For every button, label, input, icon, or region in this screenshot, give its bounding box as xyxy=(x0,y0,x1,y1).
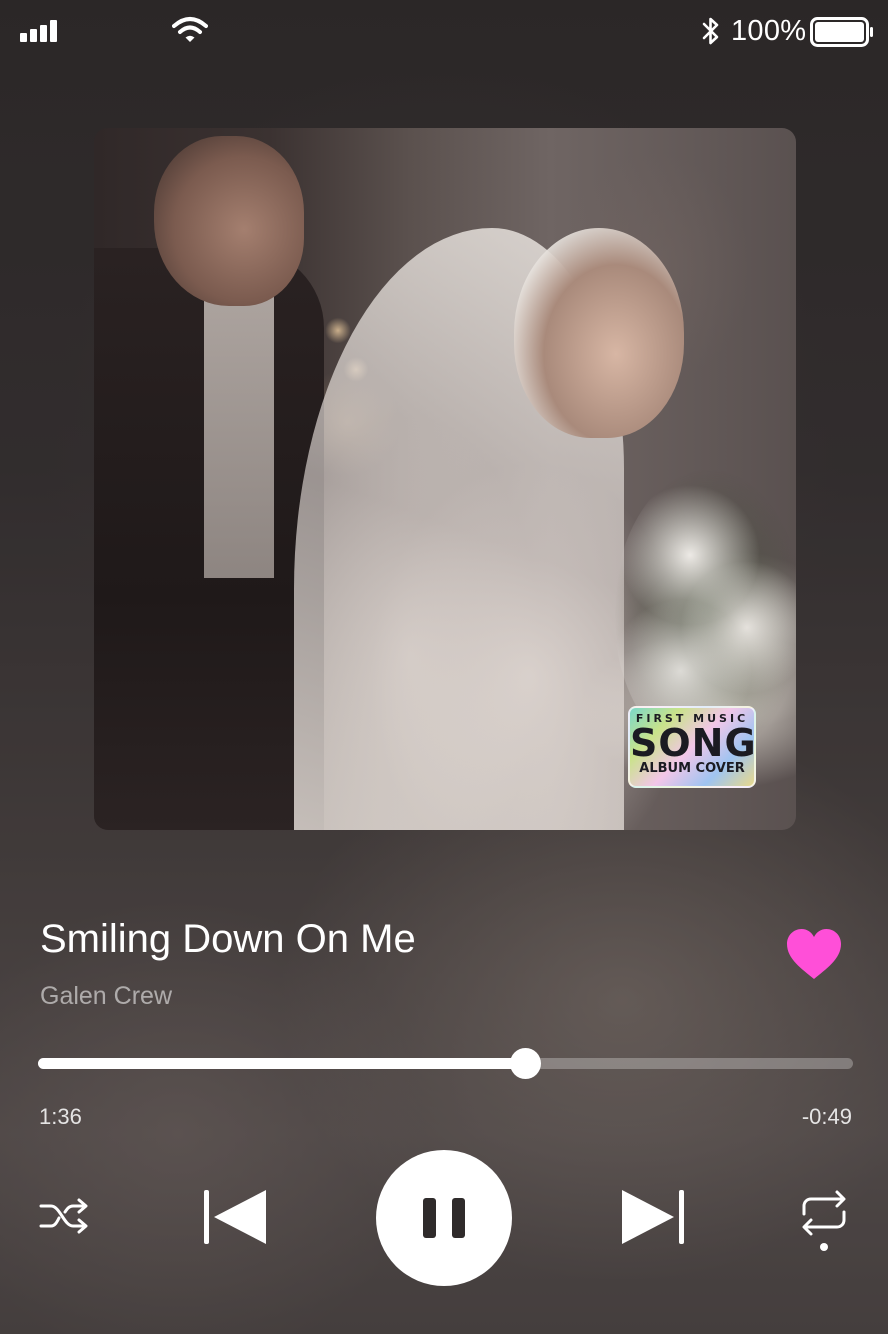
bluetooth-icon xyxy=(702,17,719,45)
progress-scrubber-knob[interactable] xyxy=(509,1048,541,1079)
progress-fill xyxy=(38,1058,525,1069)
cover-bride-head xyxy=(514,228,684,438)
battery-icon xyxy=(810,17,873,47)
remaining-time: -0:49 xyxy=(801,1104,852,1129)
cover-groom-shirt xyxy=(204,278,274,578)
cover-groom-head xyxy=(154,136,304,306)
like-heart-icon[interactable] xyxy=(784,926,844,982)
battery-percentage: 100% xyxy=(731,15,807,47)
album-badge: FIRST MUSIC SONG ALBUM COVER xyxy=(628,706,756,788)
next-icon[interactable] xyxy=(618,1186,688,1248)
badge-bottom-text: ALBUM COVER xyxy=(639,761,745,776)
previous-icon[interactable] xyxy=(200,1186,270,1248)
song-title: Smiling Down On Me xyxy=(40,917,416,961)
status-bar: 100% xyxy=(0,0,888,64)
elapsed-time: 1:36 xyxy=(39,1104,82,1129)
wifi-icon xyxy=(172,17,208,42)
shuffle-icon[interactable] xyxy=(38,1192,90,1240)
repeat-icon[interactable] xyxy=(798,1188,850,1254)
signal-icon xyxy=(20,20,60,42)
play-pause-button[interactable] xyxy=(376,1150,512,1286)
album-cover-image: FIRST MUSIC SONG ALBUM COVER xyxy=(94,128,796,830)
badge-main-text: SONG xyxy=(630,721,756,765)
pause-icon xyxy=(423,1198,465,1238)
song-artist[interactable]: Galen Crew xyxy=(40,980,172,1012)
progress-track[interactable] xyxy=(38,1048,853,1079)
